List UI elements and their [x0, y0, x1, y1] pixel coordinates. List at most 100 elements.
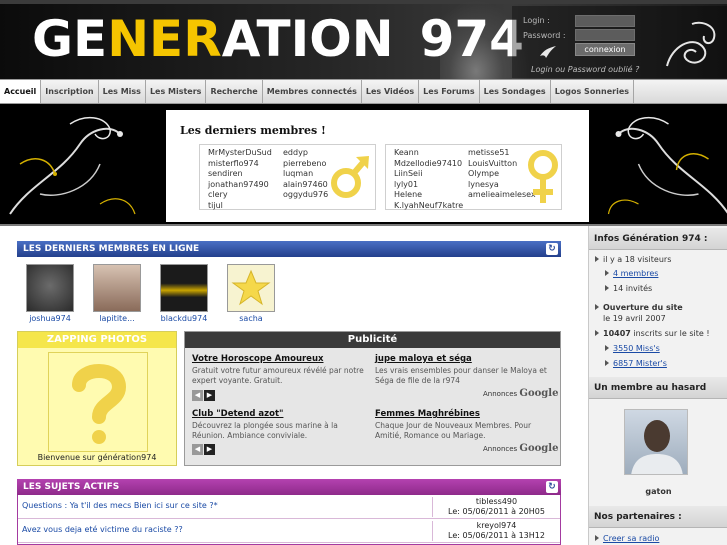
ads-by-google[interactable]: Annonces Google: [483, 388, 558, 399]
table-row: Avez vous deja eté victime du raciste ??…: [18, 519, 560, 543]
member-link[interactable]: jonathan97490: [208, 180, 269, 191]
random-member-title: Un membre au hasard: [589, 377, 727, 399]
member-link[interactable]: clery: [208, 190, 228, 201]
zapping-caption: Bienvenue sur génération974: [37, 453, 157, 462]
password-label: Password :: [523, 31, 566, 40]
password-input[interactable]: [575, 29, 635, 41]
site-logo[interactable]: GE NER ATION 974: [32, 4, 524, 74]
random-member-photo[interactable]: [624, 409, 688, 475]
site-header: GE NER ATION 974 Login : Password : conn…: [0, 0, 727, 79]
member-link[interactable]: MrMysterDuSud: [208, 148, 272, 159]
advertising-title: Publicité: [185, 332, 560, 348]
zapping-photo[interactable]: [48, 352, 148, 452]
ad-prev-icon[interactable]: ◀: [192, 390, 203, 401]
main-navigation: Accueil Inscription Les Miss Les Misters…: [0, 79, 727, 104]
member-link[interactable]: Helene: [394, 190, 422, 201]
member-link[interactable]: Olympe: [468, 169, 499, 180]
member-link[interactable]: luqman: [283, 169, 313, 180]
member-link[interactable]: pierrebeno: [283, 159, 326, 170]
topic-user-link[interactable]: tibless490: [433, 497, 560, 507]
topic-link[interactable]: Avez vous deja eté victime du raciste ??: [22, 525, 183, 534]
ad-item[interactable]: Femmes Maghrébines Chaque Jour de Nouvea…: [375, 409, 551, 441]
partner-line: Creer sa radio: [595, 534, 659, 543]
ad-nav-buttons: ◀ ▶: [192, 444, 216, 455]
ad-item[interactable]: Club "Detend azot" Découvrez la plongée …: [192, 409, 368, 441]
latest-members-panel: Les derniers membres ! MrMysterDuSud mis…: [166, 110, 589, 222]
floral-decoration-left-icon: [9, 117, 136, 215]
topic-date: Le: 05/06/2011 à 13H12: [448, 531, 545, 540]
topic-date: Le: 05/06/2011 à 20H05: [448, 507, 545, 516]
member-name-link[interactable]: joshua974: [20, 314, 80, 323]
member-link[interactable]: Mdzellodie97410: [394, 159, 462, 170]
member-avatar[interactable]: [227, 264, 275, 312]
infos-title: Infos Génération 974 :: [589, 228, 727, 250]
male-symbol-icon: [331, 156, 369, 198]
topic-link[interactable]: Questions : Ya t'il des mecs Bien ici su…: [22, 501, 218, 510]
ad-title[interactable]: Votre Horoscope Amoureux: [192, 354, 368, 364]
ad-next-icon[interactable]: ▶: [204, 390, 215, 401]
refresh-icon[interactable]: ↻: [546, 243, 558, 255]
active-topics-title: LES SUJETS ACTIFS: [23, 482, 120, 492]
question-mark-icon: [72, 364, 127, 444]
member-link[interactable]: K.lyahNeuf7katre: [394, 201, 463, 212]
ads-by-google[interactable]: Annonces Google: [483, 443, 558, 454]
miss-line: 3550 Miss's: [605, 344, 660, 353]
ads-by-label: Annonces: [483, 445, 518, 453]
member-link[interactable]: lyly01: [394, 180, 418, 191]
member-name-link[interactable]: lapitite...: [87, 314, 147, 323]
member-link[interactable]: oggydu976: [283, 190, 328, 201]
tab-membres-connectes[interactable]: Membres connectés: [263, 80, 362, 103]
refresh-icon[interactable]: ↻: [546, 481, 558, 493]
logo-part-3: ATION: [221, 10, 394, 68]
female-symbol-icon: [528, 150, 558, 203]
swirl-decoration-icon: [666, 21, 716, 67]
ad-prev-icon[interactable]: ◀: [192, 444, 203, 455]
topic-user-link[interactable]: kreyol974: [433, 521, 560, 531]
member-name-link[interactable]: sacha: [221, 314, 281, 323]
forgot-password-link[interactable]: Login ou Password oublié ?: [531, 65, 639, 74]
topic-meta: kreyol974 Le: 05/06/2011 à 13H12: [432, 521, 560, 541]
tab-les-miss[interactable]: Les Miss: [99, 80, 146, 103]
member-link[interactable]: Keann: [394, 148, 419, 159]
ad-title[interactable]: jupe maloya et séga: [375, 354, 551, 364]
tab-accueil[interactable]: Accueil: [0, 80, 42, 103]
random-member-name[interactable]: gaton: [589, 487, 727, 496]
member-avatar[interactable]: [160, 264, 208, 312]
member-link[interactable]: LouisVuitton: [468, 159, 517, 170]
member-avatar[interactable]: [93, 264, 141, 312]
tab-logos-sonneries[interactable]: Logos Sonneries: [551, 80, 634, 103]
logo-part-4: 974: [419, 10, 524, 68]
person-photo-icon: [631, 420, 683, 474]
member-link[interactable]: sendiren: [208, 169, 243, 180]
member-link[interactable]: eddyp: [283, 148, 308, 159]
tab-inscription[interactable]: Inscription: [41, 80, 99, 103]
ad-next-icon[interactable]: ▶: [204, 444, 215, 455]
member-name-link[interactable]: blackdu974: [154, 314, 214, 323]
member-link[interactable]: alain97460: [283, 180, 328, 191]
bullet-icon: [605, 285, 609, 291]
tab-les-sondages[interactable]: Les Sondages: [480, 80, 551, 103]
ad-item[interactable]: jupe maloya et séga Les vrais ensembles …: [375, 354, 551, 386]
login-button[interactable]: connexion: [575, 43, 635, 56]
ad-title[interactable]: Club "Detend azot": [192, 409, 368, 419]
mister-line: 6857 Mister's: [605, 359, 667, 368]
member-link[interactable]: lynesya: [468, 180, 499, 191]
tab-les-forums[interactable]: Les Forums: [419, 80, 480, 103]
tab-les-misters[interactable]: Les Misters: [146, 80, 207, 103]
ad-item[interactable]: Votre Horoscope Amoureux Gratuit votre f…: [192, 354, 368, 386]
ad-title[interactable]: Femmes Maghrébines: [375, 409, 551, 419]
tab-recherche[interactable]: Recherche: [206, 80, 263, 103]
mister-count-link[interactable]: 6857 Mister's: [613, 359, 667, 368]
opening-label: Ouverture du site: [603, 303, 683, 312]
tab-les-videos[interactable]: Les Vidéos: [362, 80, 420, 103]
member-link[interactable]: metisse51: [468, 148, 510, 159]
member-link[interactable]: misterflo974: [208, 159, 259, 170]
miss-count-link[interactable]: 3550 Miss's: [613, 344, 660, 353]
member-link[interactable]: tijul: [208, 201, 223, 212]
login-input[interactable]: [575, 15, 635, 27]
bullet-icon: [595, 535, 599, 541]
member-link[interactable]: LiinSeii: [394, 169, 422, 180]
partner-link[interactable]: Creer sa radio: [603, 534, 659, 543]
member-avatar[interactable]: [26, 264, 74, 312]
members-online-link[interactable]: 4 membres: [613, 269, 658, 278]
